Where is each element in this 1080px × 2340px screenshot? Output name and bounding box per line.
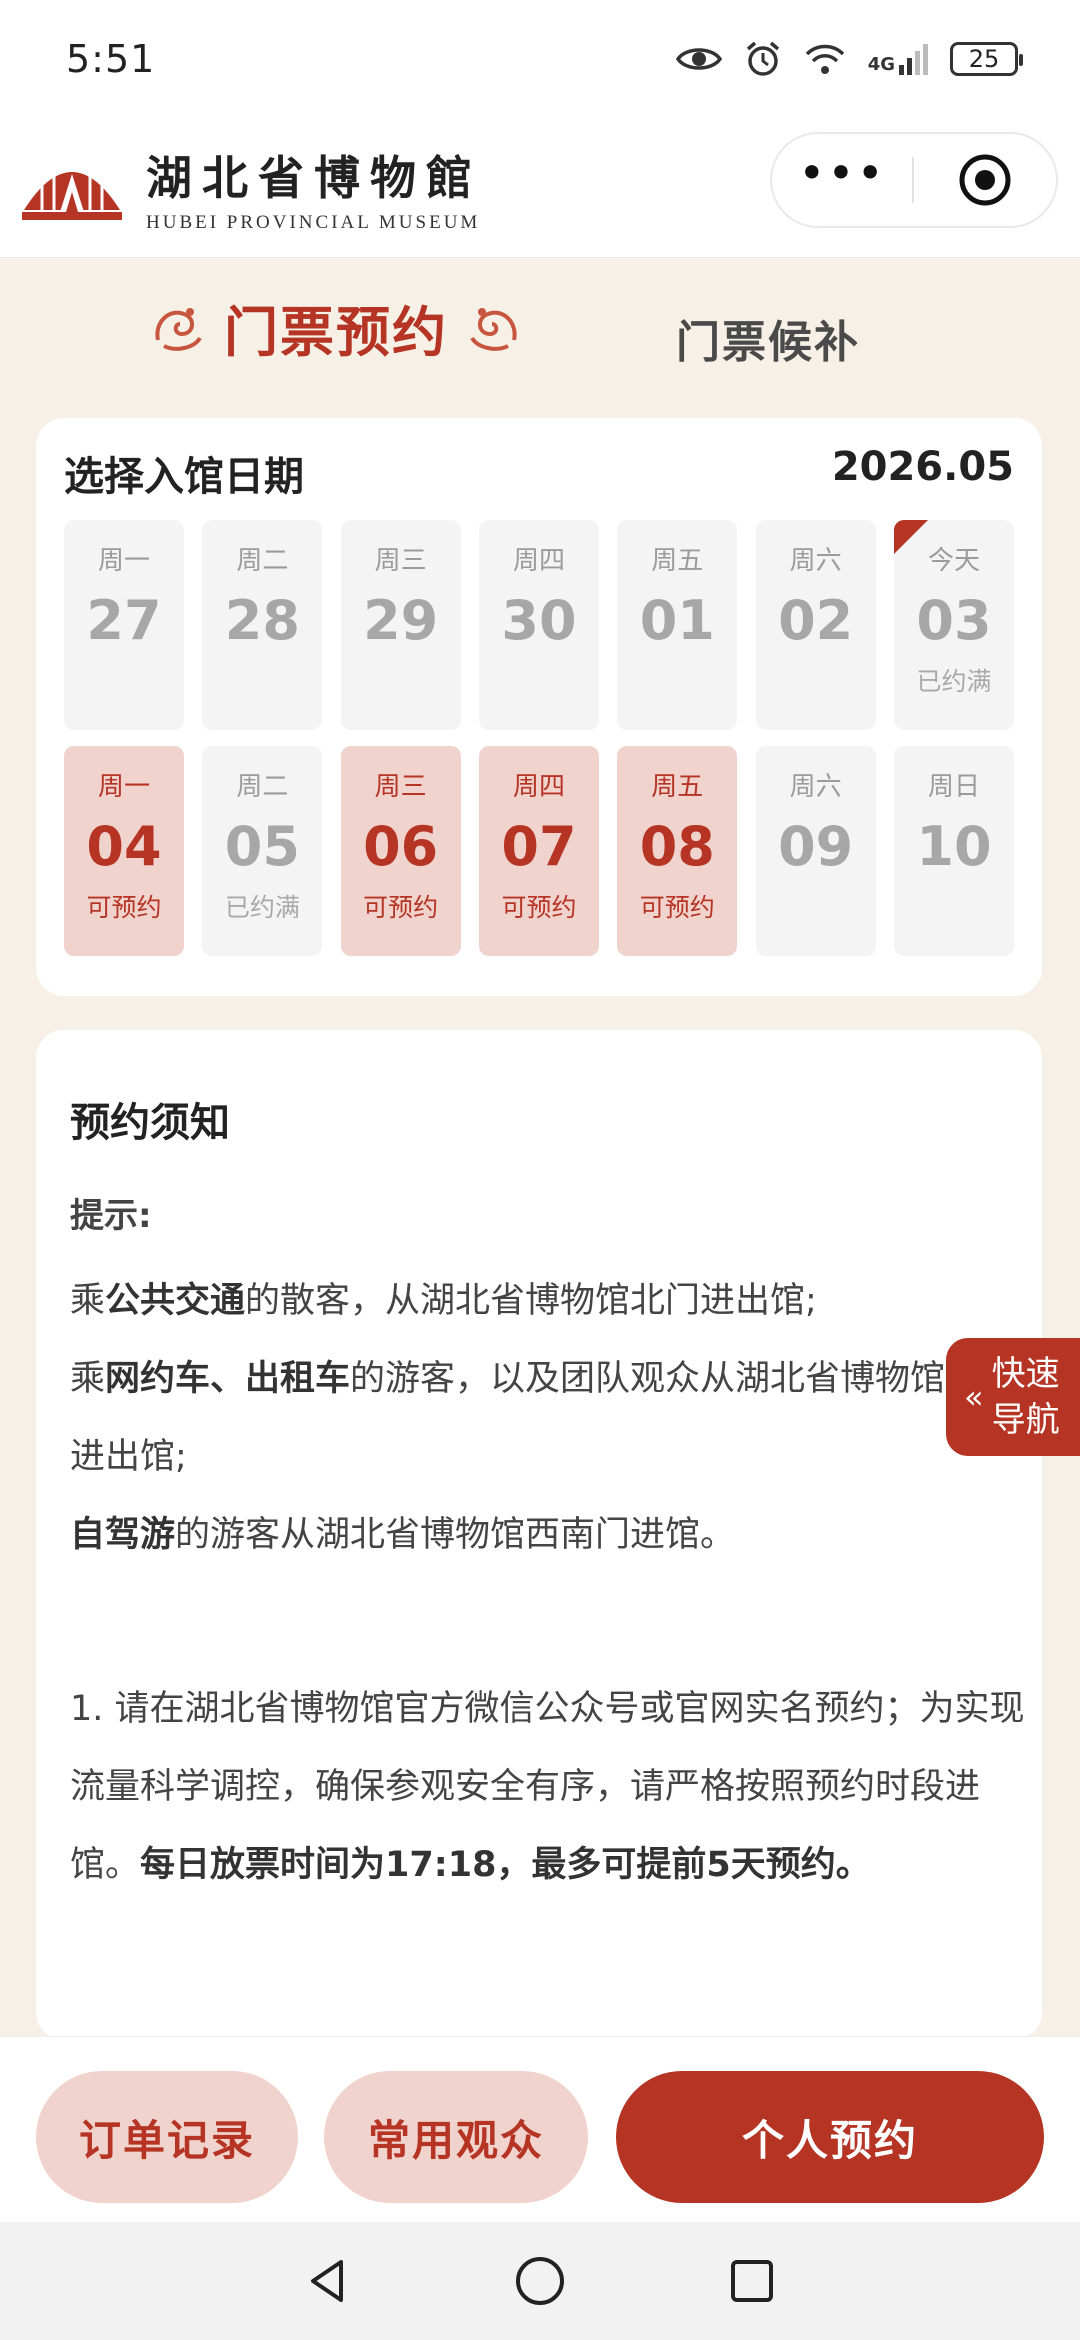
dragon-ornament-right-icon [470,307,517,351]
date-grid: 周一 27 周二 28 周三 29 周四 30 周五 01 周六 02 今天 03 已约满 周一 04 可预约 周二… [64,520,1014,972]
notice-paragraph-1: 1. 请在湖北省博物馆官方微信公众号或官网实名预约；为实现流量科学调控，确保参观… [70,1689,1025,1885]
logo-title-en: HUBEI PROVINCIAL MUSEUM [146,211,481,233]
date-picker-month: 2026.05 [831,444,1014,490]
date-day-number: 30 [501,589,577,652]
miniapp-capsule: ••• [770,132,1058,228]
ticket-tabs: 门票预约 门票候补 [0,258,1080,408]
date-cell[interactable]: 周六 02 [755,520,876,730]
recents-icon[interactable] [727,2256,777,2306]
date-status: 可预约 [639,893,715,922]
notice-line-taxi: 乘网约车、出租车的游客，以及团队观众从湖北省博物馆南门进出馆; [70,1359,1016,1477]
tab-ticket-booking-label: 门票预约 [224,301,448,364]
notice-entrance-rules: 乘公共交通的散客，从湖北省博物馆北门进出馆; 乘网约车、出租车的游客，以及团队观… [70,1262,1030,1574]
date-cell[interactable]: 今天 03 已约满 [893,520,1014,730]
date-weekday: 周一 [97,546,150,576]
date-weekday: 今天 [927,546,980,576]
date-cell[interactable]: 周二 05 已约满 [202,746,323,956]
date-cell[interactable]: 周五 01 [617,520,738,730]
date-day-number: 05 [224,815,300,878]
date-weekday: 周六 [789,546,842,576]
back-icon[interactable] [303,2256,353,2306]
system-nav-bar [0,2222,1080,2340]
quick-nav-label: 快速导航 [991,1354,1060,1440]
order-history-button[interactable]: 订单记录 [36,2071,298,2203]
home-icon[interactable] [513,2254,567,2308]
personal-booking-button[interactable]: 个人预约 [616,2071,1044,2203]
date-day-number: 04 [86,815,162,878]
signal-icon: 4G [868,43,928,75]
more-menu-icon[interactable]: ••• [772,150,912,210]
date-picker-title: 选择入馆日期 [64,454,304,500]
date-day-number: 29 [363,589,439,652]
date-weekday: 周二 [236,546,289,576]
today-corner-marker [893,520,928,554]
tab-ticket-booking[interactable]: 门票预约 [150,288,522,367]
date-day-number: 28 [224,589,300,652]
date-cell[interactable]: 周四 30 [478,520,599,730]
date-weekday: 周三 [374,546,427,576]
date-status: 可预约 [86,893,162,922]
date-status: 已约满 [916,667,992,696]
date-day-number: 10 [916,815,992,878]
date-day-number: 09 [778,815,854,878]
date-weekday: 周六 [789,772,842,802]
date-day-number: 01 [639,589,715,652]
logo-title-cn: 湖北省博物館 [146,150,482,205]
date-weekday: 周五 [651,546,704,576]
date-day-number: 07 [501,815,577,878]
date-row: 周一 27 周二 28 周三 29 周四 30 周五 01 周六 02 今天 03 已约满 [64,520,1014,730]
date-day-number: 06 [363,815,439,878]
museum-logo-text: 湖北省博物館 HUBEI PROVINCIAL MUSEUM [146,142,482,234]
wifi-icon [805,44,844,74]
notice-tip-label: 提示: [70,1196,152,1236]
date-picker-card: 选择入馆日期 2026.05 周一 27 周二 28 周三 29 周四 30 周五 01 周六 02 今… [36,418,1042,996]
date-cell[interactable]: 周二 28 [202,520,323,730]
status-bar: 5:51 4G 25 [0,0,1080,118]
date-weekday: 周四 [512,772,565,802]
notice-line-public-transit: 乘公共交通的散客，从湖北省博物馆北门进出馆; [70,1281,817,1321]
date-status: 可预约 [501,893,577,922]
dragon-ornament-left-icon [155,307,202,351]
date-day-number: 08 [639,815,715,878]
date-cell[interactable]: 周六 09 [755,746,876,956]
bottom-action-bar: 订单记录 常用观众 个人预约 [0,2036,1080,2222]
notice-line-self-drive: 自驾游的游客从湖北省博物馆西南门进馆。 [70,1515,736,1555]
date-cell[interactable]: 周三 06 可预约 [340,746,461,956]
alarm-icon [746,41,779,76]
date-weekday: 周二 [236,772,289,802]
date-weekday: 周日 [927,772,980,802]
battery-icon: 25 [950,42,1023,76]
eye-icon [675,48,722,70]
notice-heading: 预约须知 [70,1100,230,1146]
status-time: 5:51 [66,37,156,81]
date-row: 周一 04 可预约 周二 05 已约满 周三 06 可预约 周四 07 可预约 周五 08 可预约 周六 09 周… [64,746,1014,956]
date-status: 可预约 [363,893,439,922]
app-header: 湖北省博物館 HUBEI PROVINCIAL MUSEUM ••• [0,118,1080,258]
frequent-visitors-button[interactable]: 常用观众 [324,2071,588,2203]
date-day-number: 03 [916,589,992,652]
date-cell[interactable]: 周一 04 可预约 [64,746,184,956]
date-weekday: 周五 [651,772,704,802]
date-cell[interactable]: 周日 10 [893,746,1014,956]
date-cell[interactable]: 周一 27 [64,520,184,730]
close-miniapp-icon[interactable] [914,152,1056,208]
double-chevron-left-icon: « [964,1378,984,1416]
date-cell[interactable]: 周五 08 可预约 [617,746,738,956]
date-weekday: 周三 [374,772,427,802]
date-cell[interactable]: 周四 07 可预约 [478,746,599,956]
date-weekday: 周四 [512,546,565,576]
tab-ticket-waitlist[interactable]: 门票候补 [676,306,860,370]
booking-notice-card: 预约须知 提示: 乘公共交通的散客，从湖北省博物馆北门进出馆; 乘网约车、出租车… [36,1030,1042,2040]
date-weekday: 周一 [97,772,150,802]
quick-nav-button[interactable]: « 快速导航 [946,1338,1080,1456]
status-icons: 4G 25 [675,40,1023,78]
museum-logo-icon [22,167,122,220]
date-day-number: 27 [86,589,162,652]
date-day-number: 02 [778,589,854,652]
date-cell[interactable]: 周三 29 [340,520,461,730]
date-status: 已约满 [224,893,300,922]
